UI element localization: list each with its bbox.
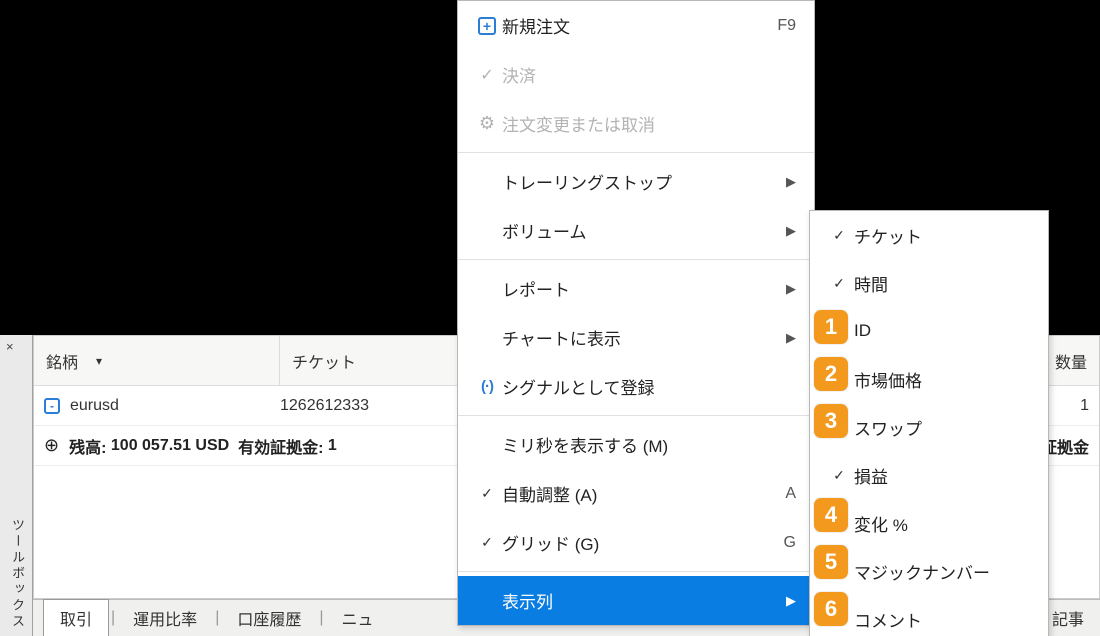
menu-item-accel: F9 xyxy=(777,17,796,35)
menu-item-label: 表示列 xyxy=(502,588,786,613)
submenu-label: 変化 % xyxy=(854,511,908,536)
toolbox-label: ツールボックス xyxy=(5,518,27,630)
tab-exposure[interactable]: 運用比率 xyxy=(117,600,213,636)
cell-qty: 1 xyxy=(1080,397,1099,415)
menu-new-order[interactable]: + 新規注文 F9 xyxy=(458,1,814,50)
menu-item-accel: G xyxy=(784,534,796,552)
margin-value-trunc: 1 xyxy=(328,437,337,455)
submenu-label: マジックナンバー xyxy=(854,559,990,584)
menu-separator xyxy=(458,415,814,416)
tab-news[interactable]: ニュ xyxy=(326,600,390,636)
menu-show-milliseconds[interactable]: ミリ秒を表示する (M) xyxy=(458,420,814,469)
menu-columns[interactable]: 表示列 ▶ xyxy=(458,576,814,625)
menu-close-position: ✓ 決済 xyxy=(458,50,814,99)
menu-grid[interactable]: ✓ グリッド (G) G xyxy=(458,518,814,567)
check-icon: ✓ xyxy=(833,467,845,484)
column-header-qty[interactable]: 数量 xyxy=(1043,336,1099,385)
menu-show-on-chart[interactable]: チャートに表示 ▶ xyxy=(458,313,814,362)
close-icon[interactable]: × xyxy=(6,339,14,354)
submenu-label: 時間 xyxy=(854,271,888,296)
column-header-label: チケット xyxy=(292,349,356,373)
column-header-symbol[interactable]: 銘柄 ▾ xyxy=(34,336,280,385)
annotation-badge-5: 5 xyxy=(814,545,848,579)
submenu-label: ID xyxy=(854,321,871,341)
balance-label: 残高: xyxy=(69,434,106,458)
chevron-right-icon: ▶ xyxy=(786,281,796,297)
menu-modify-order: ⚙ 注文変更または取消 xyxy=(458,99,814,148)
check-icon: ✓ xyxy=(833,275,845,292)
submenu-time[interactable]: ✓ 時間 xyxy=(810,259,1048,307)
cell-symbol: - eurusd xyxy=(44,397,280,415)
menu-register-signal[interactable]: (·) シグナルとして登録 xyxy=(458,362,814,411)
sort-arrow-icon: ▾ xyxy=(96,354,102,368)
menu-item-label: グリッド (G) xyxy=(502,530,784,555)
menu-item-label: ミリ秒を表示する (M) xyxy=(502,432,796,457)
tab-trade[interactable]: 取引 xyxy=(43,599,109,636)
tab-separator: | xyxy=(317,609,325,627)
menu-item-label: トレーリングストップ xyxy=(502,169,786,194)
menu-separator xyxy=(458,259,814,260)
minus-square-icon[interactable]: - xyxy=(44,398,60,414)
context-menu: + 新規注文 F9 ✓ 決済 ⚙ 注文変更または取消 トレーリングストップ ▶ … xyxy=(457,0,815,626)
menu-separator xyxy=(458,571,814,572)
menu-separator xyxy=(458,152,814,153)
menu-volume[interactable]: ボリューム ▶ xyxy=(458,206,814,255)
check-icon: ✓ xyxy=(481,485,493,502)
tab-history[interactable]: 口座履歴 xyxy=(221,600,317,636)
annotation-badge-4: 4 xyxy=(814,498,848,532)
plus-square-icon: + xyxy=(478,17,496,35)
menu-item-label: チャートに表示 xyxy=(502,325,786,350)
submenu-label: チケット xyxy=(854,223,922,248)
menu-item-label: シグナルとして登録 xyxy=(502,374,796,399)
chevron-right-icon: ▶ xyxy=(786,330,796,346)
balance-value: 100 057.51 USD xyxy=(111,437,229,455)
chevron-right-icon: ▶ xyxy=(786,223,796,239)
column-header-ticket[interactable]: チケット xyxy=(280,336,460,385)
menu-item-label: レポート xyxy=(502,276,786,301)
check-icon: ✓ xyxy=(481,534,493,551)
menu-item-label: 注文変更または取消 xyxy=(502,111,796,136)
chevron-right-icon: ▶ xyxy=(786,593,796,609)
plus-circle-icon[interactable]: ⊕ xyxy=(44,435,59,456)
submenu-profit[interactable]: ✓ 損益 xyxy=(810,451,1048,499)
submenu-label: コメント xyxy=(854,607,922,632)
check-icon: ✓ xyxy=(480,65,493,85)
annotation-badge-3: 3 xyxy=(814,404,848,438)
menu-item-accel: A xyxy=(785,485,796,503)
menu-auto-arrange[interactable]: ✓ 自動調整 (A) A xyxy=(458,469,814,518)
signal-icon: (·) xyxy=(481,378,493,395)
annotation-badge-1: 1 xyxy=(814,310,848,344)
annotation-badge-6: 6 xyxy=(814,592,848,626)
tab-separator: | xyxy=(213,609,221,627)
menu-item-label: 決済 xyxy=(502,62,796,87)
column-header-label: 銘柄 xyxy=(46,349,78,373)
check-icon: ✓ xyxy=(833,227,845,244)
margin-label: 有効証拠金: xyxy=(238,434,323,458)
required-margin-trunc: 証拠金 xyxy=(1041,434,1099,458)
tab-separator: | xyxy=(109,609,117,627)
submenu-label: 損益 xyxy=(854,463,888,488)
menu-item-label: 自動調整 (A) xyxy=(502,481,785,506)
column-header-label: 数量 xyxy=(1055,349,1087,373)
annotation-badge-2: 2 xyxy=(814,357,848,391)
submenu-label: 市場価格 xyxy=(854,367,922,392)
menu-item-label: ボリューム xyxy=(502,218,786,243)
symbol-name: eurusd xyxy=(70,397,119,415)
cell-ticket: 1262612333 xyxy=(280,397,460,415)
toolbox-vertical-strip: × ツールボックス xyxy=(0,335,33,636)
submenu-ticket[interactable]: ✓ チケット xyxy=(810,211,1048,259)
submenu-label: スワップ xyxy=(854,415,922,440)
gear-icon: ⚙ xyxy=(479,113,495,134)
menu-report[interactable]: レポート ▶ xyxy=(458,264,814,313)
chevron-right-icon: ▶ xyxy=(786,174,796,190)
menu-item-label: 新規注文 xyxy=(502,13,777,38)
menu-trailing-stop[interactable]: トレーリングストップ ▶ xyxy=(458,157,814,206)
